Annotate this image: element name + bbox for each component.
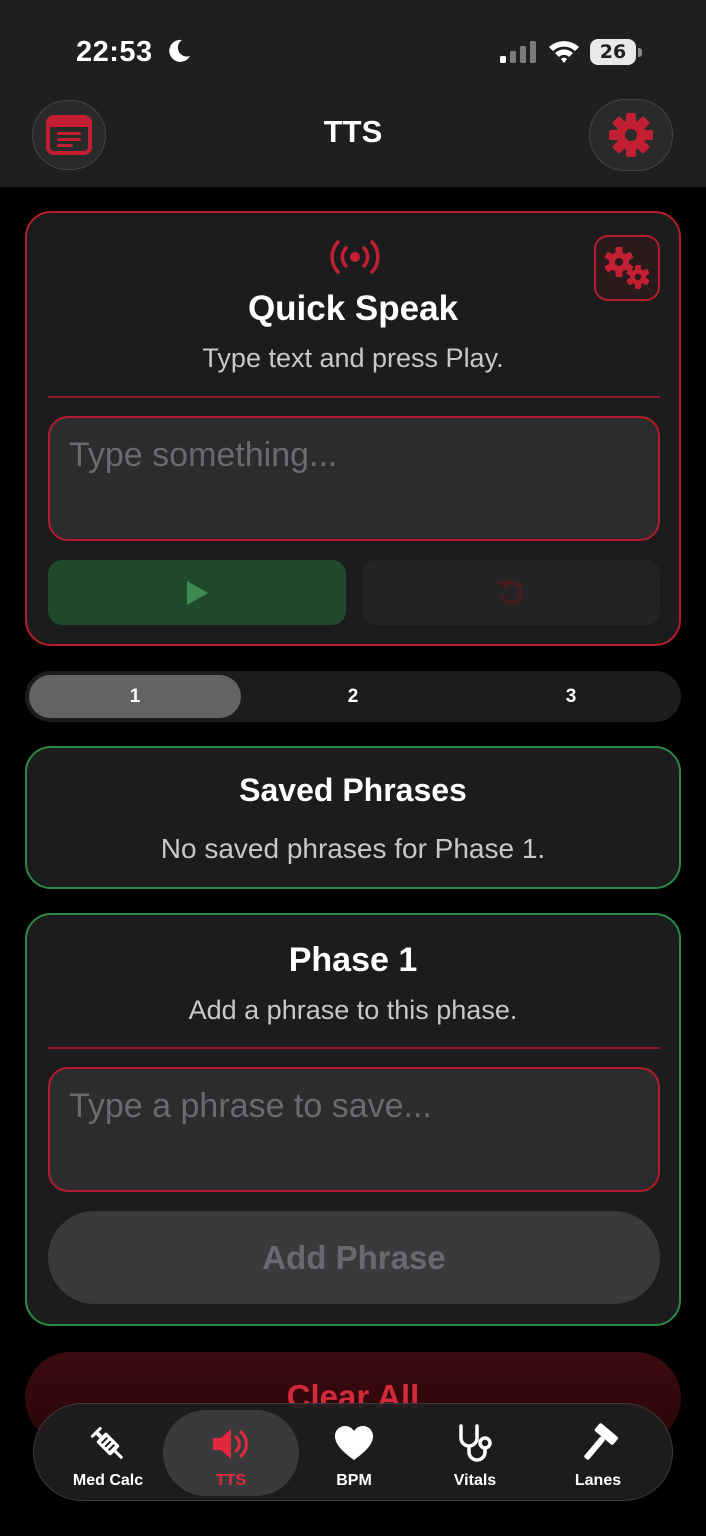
moon-icon <box>169 39 190 62</box>
tab-vitals[interactable]: Vitals <box>407 1410 543 1496</box>
quick-speak-card: Quick Speak Type text and press Play. <box>25 211 681 646</box>
hammer-icon <box>584 1423 618 1460</box>
divider <box>48 396 660 398</box>
play-icon <box>187 580 208 605</box>
saved-phrases-title: Saved Phrases <box>239 772 467 808</box>
battery-indicator: 26 <box>590 39 642 65</box>
tab-tts[interactable]: TTS <box>163 1410 299 1496</box>
tab-label: BPM <box>336 1472 372 1489</box>
broadcast-icon <box>330 240 380 274</box>
saved-phrases-card: Saved Phrases No saved phrases for Phase… <box>25 746 681 889</box>
tab-label: Vitals <box>453 1472 497 1489</box>
cellular-signal-icon <box>500 41 536 63</box>
phrase-input[interactable] <box>48 1067 660 1192</box>
settings-button[interactable] <box>589 99 673 171</box>
phase-selector: 1 2 3 <box>25 671 681 722</box>
phase-option-3[interactable]: 3 <box>465 675 677 718</box>
tab-med-calc[interactable]: Med Calc <box>40 1410 176 1496</box>
top-bar: 22:53 26 TTS <box>0 0 706 187</box>
play-button[interactable] <box>48 560 346 625</box>
tab-bpm[interactable]: BPM <box>286 1410 422 1496</box>
reset-icon <box>498 579 524 604</box>
syringe-icon <box>90 1426 124 1460</box>
wifi-icon <box>549 41 579 63</box>
tab-lanes[interactable]: Lanes <box>530 1410 666 1496</box>
phase-card: Phase 1 Add a phrase to this phase. Add … <box>25 913 681 1326</box>
add-phrase-button[interactable]: Add Phrase <box>48 1211 660 1304</box>
tab-bar: Med Calc TTS BPM Vitals Lanes <box>33 1403 673 1501</box>
quick-speak-input[interactable] <box>48 416 660 541</box>
reset-button[interactable] <box>362 560 660 625</box>
quick-speak-subtitle: Type text and press Play. <box>202 343 504 373</box>
battery-level: 26 <box>599 41 627 63</box>
speaker-icon <box>213 1429 248 1459</box>
phase-option-1[interactable]: 1 <box>29 675 241 718</box>
tab-label: Med Calc <box>72 1472 144 1489</box>
phase-option-2[interactable]: 2 <box>247 675 459 718</box>
heart-icon <box>335 1426 373 1460</box>
status-time: 22:53 <box>76 36 153 68</box>
stethoscope-icon <box>459 1424 492 1462</box>
tab-label: TTS <box>215 1472 247 1489</box>
gear-icon <box>609 113 653 157</box>
phase-title: Phase 1 <box>288 941 418 979</box>
divider <box>48 1047 660 1049</box>
tab-label: Lanes <box>574 1472 622 1489</box>
phase-subtitle: Add a phrase to this phase. <box>188 995 518 1025</box>
saved-phrases-empty-text: No saved phrases for Phase 1. <box>160 833 546 864</box>
gears-icon <box>604 247 650 289</box>
quick-speak-title: Quick Speak <box>247 289 459 328</box>
